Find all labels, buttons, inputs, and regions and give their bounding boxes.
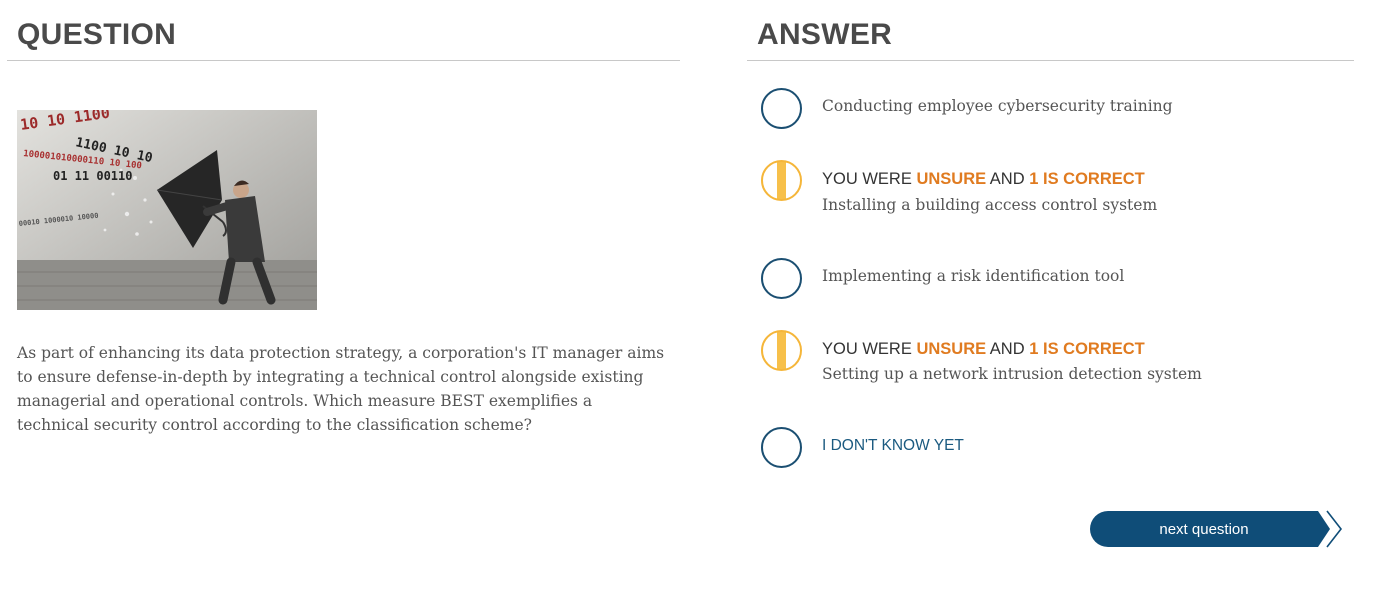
answer-radio-3[interactable] xyxy=(761,258,802,299)
answer-option-1-label: Conducting employee cybersecurity traini… xyxy=(822,97,1173,115)
answer-option-2-feedback: YOU WERE UNSURE AND 1 IS CORRECT xyxy=(822,170,1145,188)
answer-radio-4-unsure[interactable] xyxy=(761,330,802,371)
next-question-button[interactable]: next question xyxy=(1090,511,1330,547)
answer-radio-1[interactable] xyxy=(761,88,802,129)
answer-option-2-label: Installing a building access control sys… xyxy=(822,196,1158,214)
answer-option-2[interactable]: YOU WERE UNSURE AND 1 IS CORRECT Install… xyxy=(761,160,1361,220)
question-heading: QUESTION xyxy=(17,18,177,51)
question-text: As part of enhancing its data protection… xyxy=(17,344,665,434)
chevron-right-icon xyxy=(1326,510,1343,548)
dont-know-radio[interactable] xyxy=(761,427,802,468)
dont-know-option[interactable]: I DON'T KNOW YET xyxy=(761,427,1361,471)
answer-option-3[interactable]: Implementing a risk identification tool xyxy=(761,258,1361,302)
question-image: 10 10 1100 1100 10 10 100001010000110 10… xyxy=(17,110,317,310)
answer-option-4-label: Setting up a network intrusion detection… xyxy=(822,365,1202,383)
answer-option-1[interactable]: Conducting employee cybersecurity traini… xyxy=(761,88,1361,132)
answer-divider xyxy=(747,60,1354,61)
next-question-label: next question xyxy=(1159,520,1249,538)
answer-heading: ANSWER xyxy=(757,18,893,51)
dont-know-label: I DON'T KNOW YET xyxy=(822,437,964,454)
question-divider xyxy=(7,60,680,61)
answer-radio-2-unsure[interactable] xyxy=(761,160,802,201)
answer-option-3-label: Implementing a risk identification tool xyxy=(822,267,1125,285)
answer-option-4-feedback: YOU WERE UNSURE AND 1 IS CORRECT xyxy=(822,340,1145,358)
answer-option-4[interactable]: YOU WERE UNSURE AND 1 IS CORRECT Setting… xyxy=(761,330,1361,390)
